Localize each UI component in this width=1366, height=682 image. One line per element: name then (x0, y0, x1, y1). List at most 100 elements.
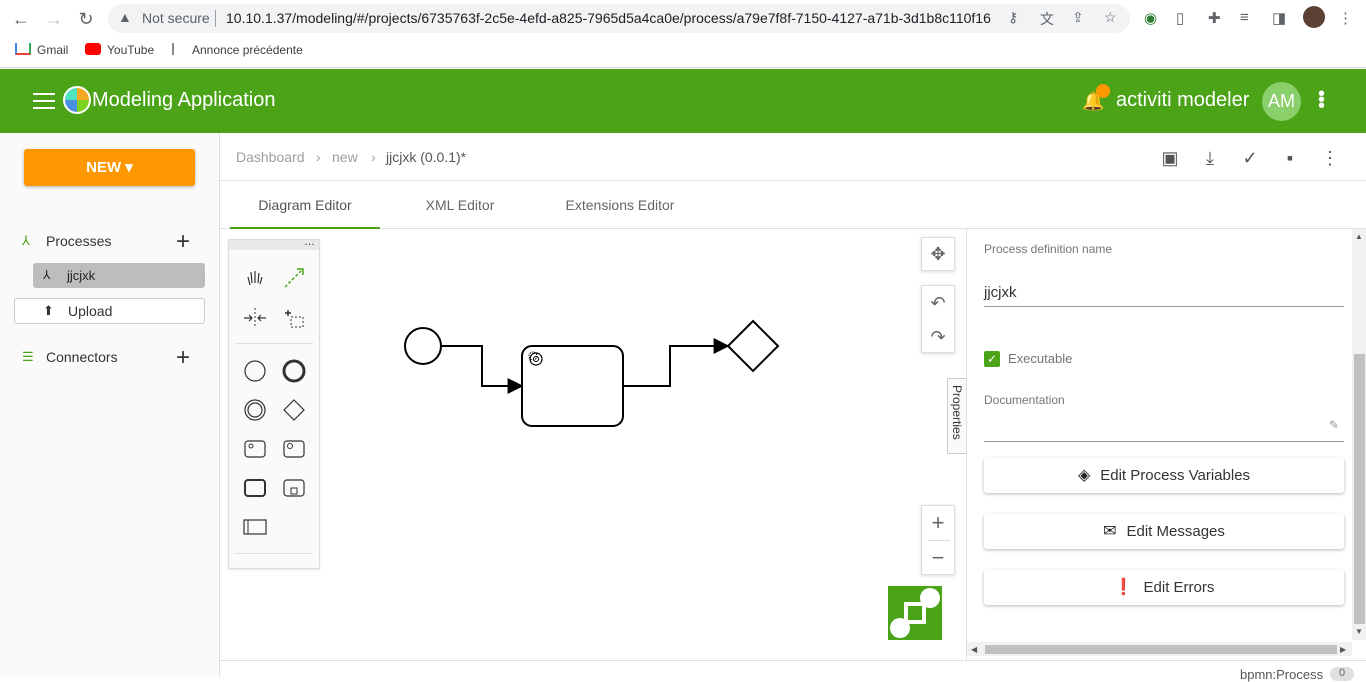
redo-icon[interactable]: ↷ (922, 321, 954, 353)
youtube-icon (85, 43, 101, 55)
status-bar: bpmn:Process 0 (220, 660, 1366, 682)
diagram-canvas[interactable]: … ✥ ↶ ↷ Properties + − (220, 229, 968, 660)
gmail-icon (15, 43, 31, 55)
menu-icon[interactable] (33, 93, 55, 109)
bpmn-diagram (404, 319, 780, 427)
validate-icon[interactable]: ✓ (1239, 147, 1261, 169)
bookmark-page-icon (172, 43, 186, 55)
properties-panel: Process definition name jjcjxk ✓ Executa… (966, 229, 1366, 660)
media-icon[interactable]: ≡ (1240, 9, 1249, 26)
status-badge: 0 (1330, 667, 1354, 681)
breadcrumb-current: jjcjxk (0.0.1)* (386, 149, 467, 165)
header-more-icon[interactable]: • • • (1318, 84, 1326, 116)
user-avatar[interactable]: AM (1262, 82, 1301, 121)
element-type-label: bpmn:Process (1240, 667, 1324, 682)
share-icon[interactable]: ⇪ (1072, 9, 1084, 26)
tab-xml-editor[interactable]: XML Editor (390, 181, 530, 229)
connector-icon: ☰ (22, 349, 34, 364)
service-task[interactable] (521, 345, 624, 427)
process-icon: ⅄ (43, 268, 51, 282)
breadcrumb-separator: › (316, 149, 321, 165)
sequence-flow[interactable] (623, 338, 730, 387)
zoom-control: + − (921, 505, 955, 575)
bookmark-annonce[interactable]: Annonce précédente (172, 43, 303, 57)
back-icon[interactable]: ← (10, 8, 32, 30)
documentation-label: Documentation (984, 393, 1065, 407)
profile-avatar[interactable] (1303, 6, 1325, 28)
download-icon[interactable]: ⤓ (1199, 147, 1221, 169)
scroll-left-icon[interactable]: ◀ (971, 645, 977, 654)
bookmarks-bar: Gmail YouTube Annonce précédente (0, 37, 1366, 68)
start-event[interactable] (404, 327, 442, 365)
exclusive-gateway[interactable] (726, 319, 780, 373)
user-name: activiti modeler (1116, 89, 1250, 111)
reload-icon[interactable]: ↻ (75, 8, 97, 30)
bpmn-io-logo (888, 586, 942, 640)
scroll-up-icon[interactable]: ▲ (1355, 232, 1363, 241)
edit-errors-button[interactable]: ❗ Edit Errors (984, 570, 1344, 605)
layers-icon: ◈ (1077, 467, 1091, 484)
security-label: Not secure (142, 10, 210, 26)
zoom-out-icon[interactable]: − (922, 542, 954, 574)
undo-icon[interactable]: ↶ (922, 287, 954, 319)
upload-icon: ⬆ (43, 303, 54, 318)
extension-doc-icon[interactable]: ▯ (1176, 9, 1184, 27)
url-text[interactable]: 10.10.1.37/modeling/#/projects/6735763f-… (226, 10, 991, 26)
breadcrumb-dashboard[interactable]: Dashboard (236, 149, 305, 165)
sidebar-item-process[interactable]: ⅄ jjcjxk (33, 263, 205, 288)
divider (215, 10, 216, 27)
properties-toggle[interactable]: Properties (947, 378, 968, 454)
star-icon[interactable]: ☆ (1104, 9, 1117, 26)
key-icon[interactable]: ⚷ (1008, 9, 1018, 26)
mail-icon: ✉ (1103, 523, 1117, 540)
breadcrumb: Dashboard › new › jjcjxk (0.0.1)* ▣ ⤓ ✓ … (220, 133, 1366, 181)
translate-icon[interactable]: 文 (1040, 9, 1054, 29)
process-name-label: Process definition name (984, 242, 1113, 256)
editor-tabs: Diagram Editor XML Editor Extensions Edi… (220, 181, 1366, 229)
edit-process-variables-button[interactable]: ◈ Edit Process Variables (984, 458, 1344, 493)
app-header: Modeling Application 🔔 activiti modeler … (0, 69, 1366, 133)
sidebar-section-connectors[interactable]: ☰ Connectors + (22, 344, 202, 372)
process-name-field[interactable]: jjcjxk (984, 284, 1017, 301)
add-connector-icon[interactable]: + (176, 344, 190, 372)
app-title: Modeling Application (92, 89, 276, 111)
breadcrumb-separator: › (371, 149, 376, 165)
breadcrumb-project[interactable]: new (332, 149, 358, 165)
app-logo (63, 86, 91, 114)
chrome-menu-icon[interactable]: ⋮ (1338, 9, 1353, 27)
sequence-flow[interactable] (441, 345, 524, 394)
upload-button[interactable]: ⬆ Upload (14, 298, 205, 324)
extensions-puzzle-icon[interactable]: ✚ (1208, 9, 1221, 27)
forward-icon[interactable]: → (43, 8, 65, 30)
sidebar: NEW ▾ ⅄ Processes + ⅄ jjcjxk ⬆ Upload ☰ … (0, 133, 220, 677)
scroll-down-icon[interactable]: ▼ (1355, 627, 1363, 636)
fit-viewport-control: ✥ (921, 237, 955, 271)
toolbar-more-icon[interactable]: ⋮ (1319, 147, 1341, 169)
side-panel-icon[interactable]: ◨ (1272, 9, 1286, 27)
properties-scrollbar-vertical[interactable]: ▲ ▼ (1352, 229, 1366, 640)
documentation-field[interactable] (984, 441, 1344, 442)
notification-badge (1096, 84, 1110, 98)
bookmark-youtube[interactable]: YouTube (85, 43, 154, 57)
address-bar[interactable]: ▲ Not secure 10.10.1.37/modeling/#/proje… (108, 4, 1130, 33)
undo-redo-control: ↶ ↷ (921, 285, 955, 353)
executable-label: Executable (1008, 351, 1073, 366)
error-icon: ❗ (1113, 579, 1134, 596)
scroll-right-icon[interactable]: ▶ (1340, 645, 1346, 654)
move-canvas-icon[interactable]: ✥ (922, 238, 954, 270)
edit-messages-button[interactable]: ✉ Edit Messages (984, 514, 1344, 549)
zoom-in-icon[interactable]: + (922, 507, 954, 539)
tab-extensions-editor[interactable]: Extensions Editor (545, 181, 695, 229)
new-button[interactable]: NEW ▾ (24, 149, 195, 186)
warning-icon: ▲ (118, 9, 132, 25)
add-process-icon[interactable]: + (176, 228, 190, 256)
image-icon[interactable]: ▣ (1159, 147, 1181, 169)
pencil-icon[interactable]: ✎ (1329, 418, 1339, 432)
extension-globe-icon[interactable]: ◉ (1144, 9, 1157, 27)
executable-checkbox[interactable]: ✓ (984, 351, 1000, 367)
tab-diagram-editor[interactable]: Diagram Editor (230, 181, 380, 229)
properties-scrollbar-horizontal[interactable]: ◀ ▶ (967, 642, 1352, 656)
save-icon[interactable]: ▪ (1279, 147, 1301, 169)
sidebar-section-processes[interactable]: ⅄ Processes + (22, 228, 202, 256)
bookmark-gmail[interactable]: Gmail (15, 43, 68, 57)
